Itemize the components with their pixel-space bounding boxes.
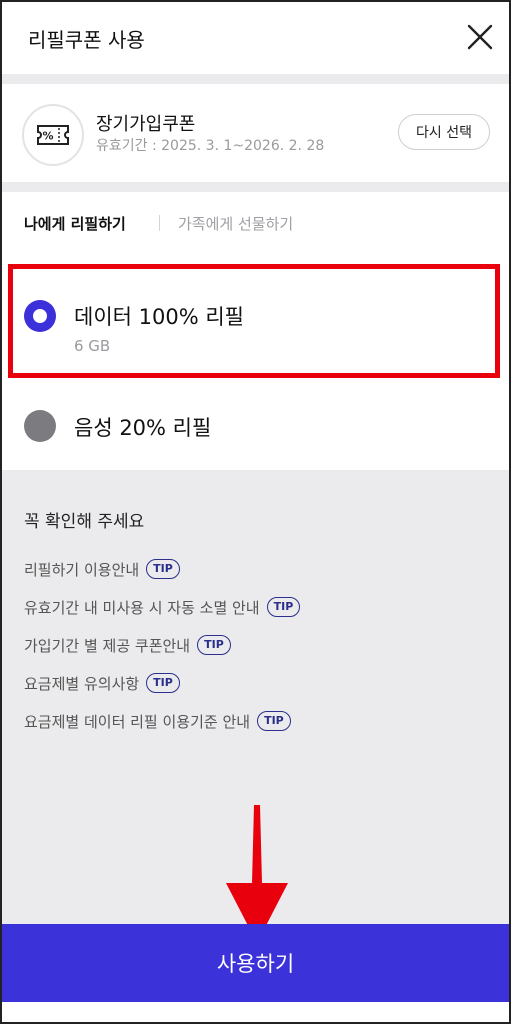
notice-item-text: 요금제별 유의사항 bbox=[24, 674, 140, 693]
notice-title: 꼭 확인해 주세요 bbox=[24, 512, 145, 532]
tip-badge[interactable]: TIP bbox=[197, 635, 231, 655]
header: 리필쿠폰 사용 bbox=[2, 2, 509, 74]
radio-selected-icon[interactable] bbox=[24, 300, 56, 332]
option-data-refill[interactable]: 데이터 100% 리필 6 GB bbox=[2, 262, 509, 382]
divider-band bbox=[2, 182, 509, 192]
notice-item-text: 리필하기 이용안내 bbox=[24, 560, 140, 579]
coupon-name: 장기가입쿠폰 bbox=[96, 114, 196, 135]
refill-options: 데이터 100% 리필 6 GB 음성 20% 리필 bbox=[2, 252, 509, 470]
use-button[interactable]: 사용하기 bbox=[2, 924, 509, 1002]
notice-item[interactable]: 요금제별 데이터 리필 이용기준 안내 TIP bbox=[24, 702, 300, 740]
tip-badge[interactable]: TIP bbox=[146, 559, 180, 579]
tab-gift-family[interactable]: 가족에게 선물하기 bbox=[178, 213, 293, 234]
tab-refill-self[interactable]: 나에게 리필하기 bbox=[24, 213, 126, 234]
popup-frame: 리필쿠폰 사용 % 장기가입쿠폰 유효기간 : 2025. 3. 1~2026.… bbox=[0, 0, 511, 1024]
tip-badge[interactable]: TIP bbox=[146, 673, 180, 693]
down-arrow-annotation-icon bbox=[226, 805, 288, 943]
notice-item[interactable]: 유효기간 내 미사용 시 자동 소멸 안내 TIP bbox=[24, 588, 301, 626]
tab-bar: 나에게 리필하기 가족에게 선물하기 bbox=[2, 192, 509, 252]
option-title: 음성 20% 리필 bbox=[74, 416, 212, 440]
notice-item[interactable]: 요금제별 유의사항 TIP bbox=[24, 664, 300, 702]
coupon-period: 유효기간 : 2025. 3. 1~2026. 2. 28 bbox=[96, 138, 325, 154]
coupon-ticket-icon: % bbox=[22, 104, 84, 166]
page-title: 리필쿠폰 사용 bbox=[28, 28, 145, 52]
option-title: 데이터 100% 리필 bbox=[74, 305, 244, 329]
reselect-button[interactable]: 다시 선택 bbox=[398, 114, 490, 150]
notice-item-text: 요금제별 데이터 리필 이용기준 안내 bbox=[24, 712, 251, 731]
notice-item[interactable]: 가입기간 별 제공 쿠폰안내 TIP bbox=[24, 626, 300, 664]
tip-badge[interactable]: TIP bbox=[266, 597, 301, 617]
tip-badge[interactable]: TIP bbox=[257, 711, 291, 731]
coupon-card: % 장기가입쿠폰 유효기간 : 2025. 3. 1~2026. 2. 28 다… bbox=[2, 84, 509, 182]
option-voice-refill[interactable]: 음성 20% 리필 bbox=[2, 392, 509, 462]
notice-item-text: 가입기간 별 제공 쿠폰안내 bbox=[24, 636, 191, 655]
notice-item[interactable]: 리필하기 이용안내 TIP bbox=[24, 550, 300, 588]
radio-unselected-icon[interactable] bbox=[24, 410, 56, 442]
notice-list: 리필하기 이용안내 TIP 유효기간 내 미사용 시 자동 소멸 안내 TIP … bbox=[24, 550, 301, 740]
bottom-strip bbox=[2, 1002, 509, 1022]
option-subtitle: 6 GB bbox=[74, 337, 111, 355]
notice-item-text: 유효기간 내 미사용 시 자동 소멸 안내 bbox=[24, 598, 260, 617]
coupon-icon-text: % bbox=[42, 130, 53, 143]
divider-band bbox=[2, 74, 509, 84]
tab-divider bbox=[159, 215, 160, 231]
close-icon[interactable] bbox=[465, 22, 495, 52]
